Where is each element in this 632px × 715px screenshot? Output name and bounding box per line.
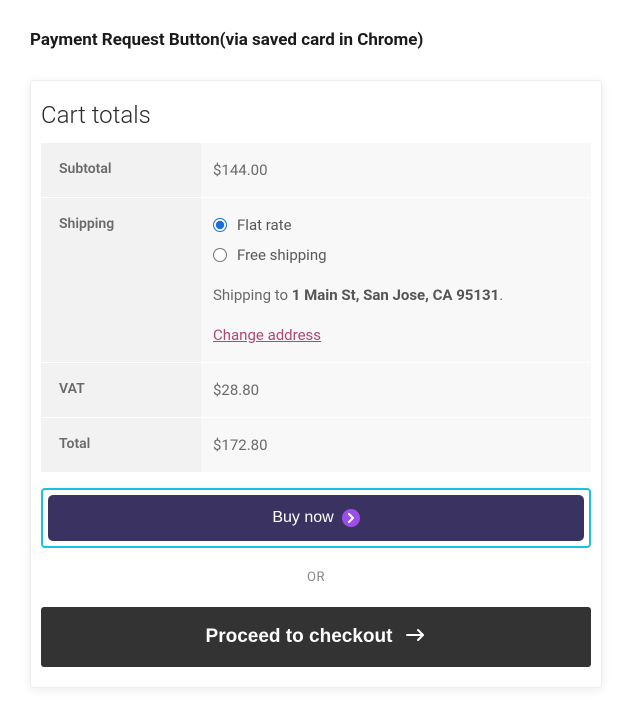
- shipping-option-flat-rate[interactable]: Flat rate: [213, 216, 579, 234]
- buy-now-highlight: Buy now: [41, 488, 591, 548]
- free-shipping-radio[interactable]: [213, 248, 227, 262]
- vat-row: VAT $28.80: [41, 363, 591, 418]
- shipping-to-suffix: .: [499, 286, 503, 304]
- total-value: $172.80: [201, 418, 591, 473]
- total-label: Total: [41, 418, 201, 473]
- free-shipping-label: Free shipping: [237, 246, 327, 264]
- change-address-link[interactable]: Change address: [213, 326, 321, 344]
- shipping-to-prefix: Shipping to: [213, 286, 292, 304]
- buy-now-label: Buy now: [272, 509, 333, 527]
- flat-rate-radio[interactable]: [213, 218, 227, 232]
- arrow-right-icon: [406, 626, 426, 648]
- flat-rate-label: Flat rate: [237, 216, 292, 234]
- shipping-row: Shipping Flat rate Free shipping Shippin…: [41, 198, 591, 363]
- cart-totals-heading: Cart totals: [41, 91, 591, 143]
- total-row: Total $172.80: [41, 418, 591, 473]
- cart-totals-table: Subtotal $144.00 Shipping Flat rate Free…: [41, 143, 591, 472]
- proceed-to-checkout-button[interactable]: Proceed to checkout: [41, 607, 591, 667]
- page-title: Payment Request Button(via saved card in…: [30, 30, 602, 50]
- subtotal-value: $144.00: [201, 143, 591, 198]
- buy-now-button[interactable]: Buy now: [48, 495, 584, 541]
- buttons-area: Buy now OR Proceed to checkout: [41, 488, 591, 677]
- subtotal-label: Subtotal: [41, 143, 201, 198]
- shipping-destination: Shipping to 1 Main St, San Jose, CA 9513…: [213, 286, 579, 304]
- checkout-label: Proceed to checkout: [206, 626, 393, 648]
- shipping-label: Shipping: [41, 198, 201, 363]
- shipping-options: Flat rate Free shipping: [213, 216, 579, 264]
- shipping-option-free-shipping[interactable]: Free shipping: [213, 246, 579, 264]
- vat-label: VAT: [41, 363, 201, 418]
- chevron-right-circle-icon: [342, 509, 360, 527]
- vat-value: $28.80: [201, 363, 591, 418]
- subtotal-row: Subtotal $144.00: [41, 143, 591, 198]
- or-divider: OR: [41, 548, 591, 607]
- cart-totals-panel: Cart totals Subtotal $144.00 Shipping Fl…: [30, 80, 602, 688]
- shipping-to-address: 1 Main St, San Jose, CA 95131: [292, 286, 499, 304]
